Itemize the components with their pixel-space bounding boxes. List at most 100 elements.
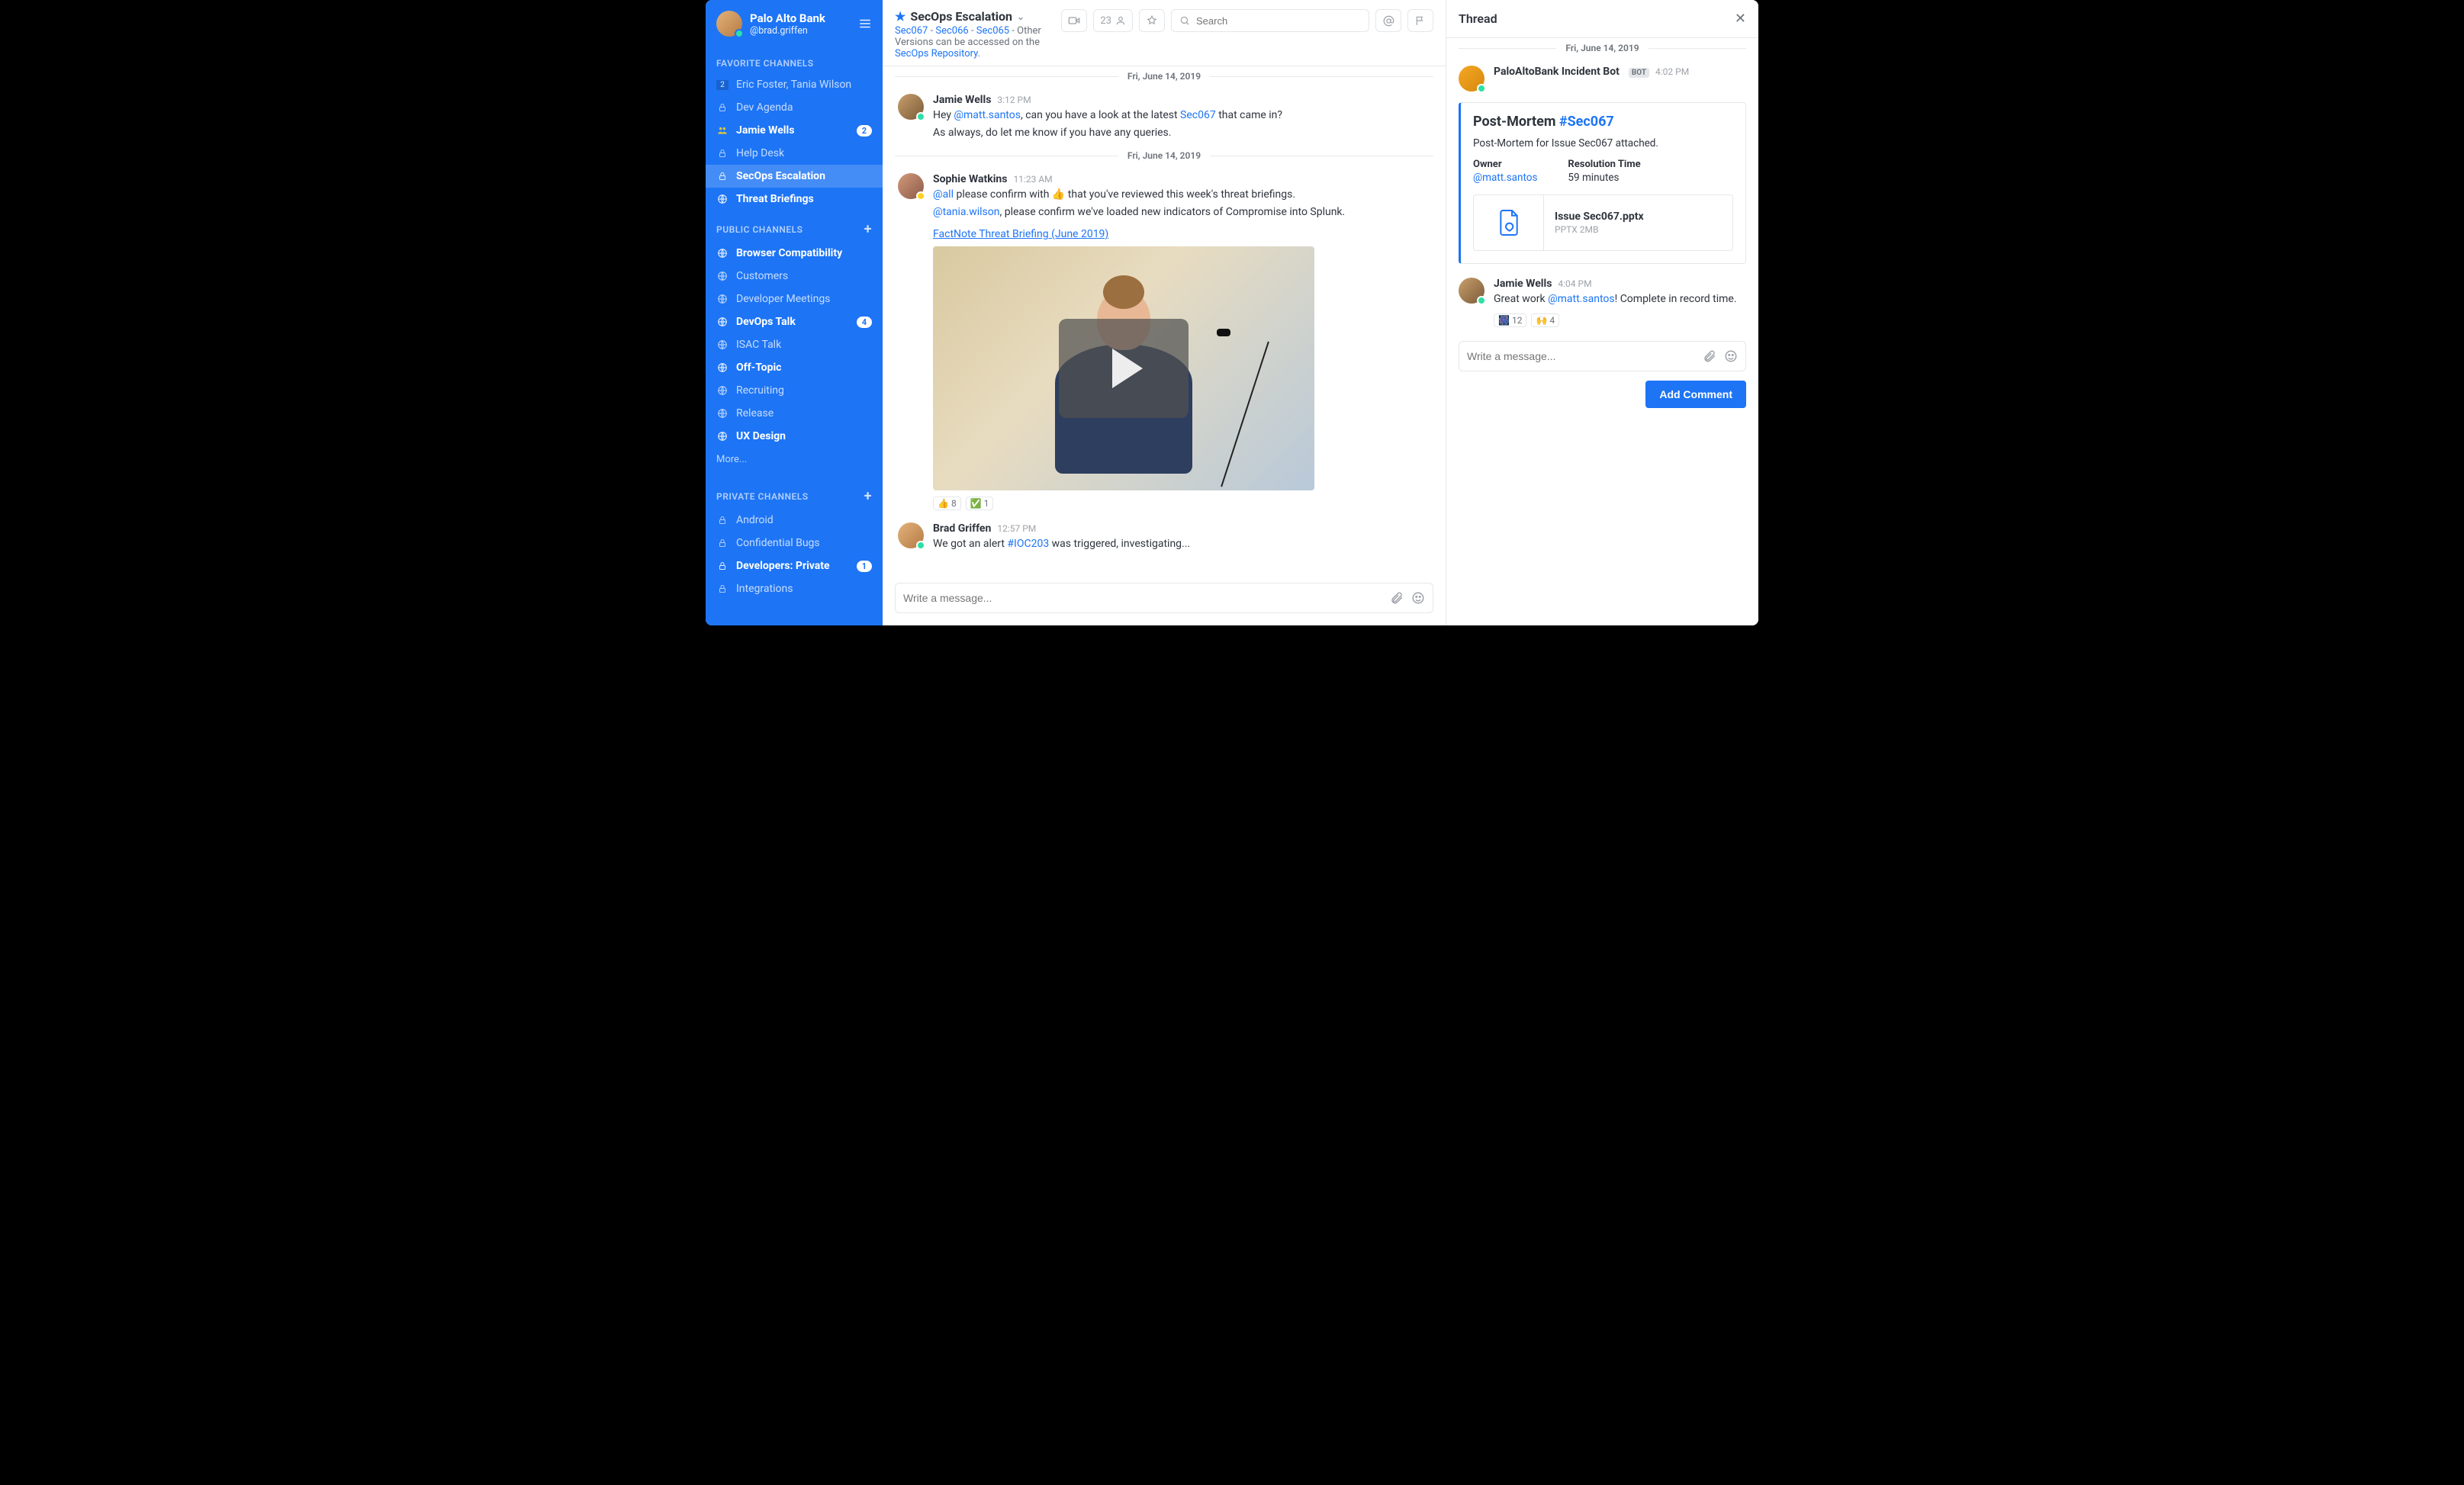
message-list[interactable]: Fri, June 14, 2019 Jamie Wells3:12 PM He… — [883, 66, 1446, 575]
sidebar-item[interactable]: 2Eric Foster, Tania Wilson — [706, 73, 883, 96]
members-button[interactable]: 23 — [1093, 9, 1133, 32]
thread-message[interactable]: PaloAltoBank Incident Bot BOT 4:02 PM — [1446, 58, 1758, 96]
sidebar-item[interactable]: Developers: Private1 — [706, 554, 883, 577]
sidebar-item[interactable]: Developer Meetings — [706, 288, 883, 310]
sidebar-item-label: Help Desk — [736, 147, 784, 159]
attach-icon[interactable] — [1390, 591, 1404, 605]
message[interactable]: Sophie Watkins11:23 AM @all please confi… — [883, 166, 1446, 515]
sidebar-item[interactable]: Recruiting — [706, 379, 883, 402]
sidebar-item[interactable]: Threat Briefings — [706, 188, 883, 211]
add-public-channel-icon[interactable]: + — [864, 221, 872, 237]
sidebar-item-label: DevOps Talk — [736, 316, 796, 328]
flag-button[interactable] — [1407, 9, 1433, 32]
presence-indicator — [916, 541, 925, 550]
sidebar-item[interactable]: Release — [706, 402, 883, 425]
people-icon — [717, 125, 728, 136]
message-text: @tania.wilson, please confirm we've load… — [933, 204, 1430, 220]
thread-composer-input[interactable] — [1467, 350, 1695, 362]
thread-body[interactable]: Fri, June 14, 2019 PaloAltoBank Incident… — [1446, 38, 1758, 625]
reaction[interactable]: ✅1 — [966, 497, 994, 510]
mentions-button[interactable] — [1375, 9, 1401, 32]
topic-link-sec065[interactable]: Sec065 — [976, 25, 1009, 37]
more-channels[interactable]: More... — [706, 448, 883, 477]
sidebar-item[interactable]: SecOps Escalation — [706, 165, 883, 188]
user-avatar[interactable] — [716, 11, 742, 37]
emoji-icon[interactable] — [1724, 349, 1738, 363]
topic-link-sec066[interactable]: Sec066 — [935, 25, 968, 37]
search-input[interactable] — [1196, 15, 1361, 27]
sidebar-item[interactable]: Android — [706, 509, 883, 532]
reaction[interactable]: 🎆12 — [1494, 313, 1526, 327]
play-button[interactable] — [1059, 319, 1189, 418]
inline-link[interactable]: #IOC203 — [1007, 538, 1049, 550]
main-column: ★ SecOps Escalation ⌄ Sec067 - Sec066 - … — [883, 0, 1446, 625]
sidebar-item[interactable]: Help Desk — [706, 142, 883, 165]
mention-all[interactable]: @all — [933, 188, 954, 201]
presence-indicator — [1477, 296, 1486, 305]
sidebar-item-label: Off-Topic — [736, 362, 781, 374]
message-composer[interactable] — [895, 583, 1433, 613]
search-box[interactable] — [1171, 9, 1369, 32]
add-comment-button[interactable]: Add Comment — [1645, 381, 1746, 408]
message[interactable]: Jamie Wells3:12 PM Hey @matt.santos, can… — [883, 86, 1446, 146]
avatar[interactable] — [898, 522, 924, 548]
composer-input[interactable] — [903, 592, 1382, 604]
emoji-icon[interactable] — [1411, 591, 1425, 605]
sidebar-item[interactable]: Customers — [706, 265, 883, 288]
message[interactable]: Brad Griffen12:57 PM We got an alert #IO… — [883, 515, 1446, 557]
video-attachment[interactable] — [933, 246, 1314, 490]
card-hash-link[interactable]: #Sec067 — [1559, 114, 1614, 130]
globe-icon — [717, 317, 728, 327]
mention[interactable]: @matt.santos — [954, 109, 1021, 121]
pin-button[interactable] — [1139, 9, 1165, 32]
chevron-down-icon[interactable]: ⌄ — [1017, 11, 1025, 22]
resolution-label: Resolution Time — [1568, 159, 1640, 170]
sidebar-item[interactable]: Browser Compatibility — [706, 242, 883, 265]
attachment-link[interactable]: FactNote Threat Briefing (June 2019) — [933, 228, 1430, 240]
file-name: Issue Sec067.pptx — [1555, 211, 1644, 223]
lock-icon — [718, 149, 727, 158]
file-meta: PPTX 2MB — [1555, 224, 1644, 235]
thread-composer[interactable] — [1459, 341, 1746, 371]
topic-link-repo[interactable]: SecOps Repository — [895, 48, 978, 59]
sidebar: Palo Alto Bank @brad.griffen FAVORITE CH… — [706, 0, 883, 625]
mention[interactable]: @matt.santos — [1548, 293, 1615, 305]
star-icon[interactable]: ★ — [895, 9, 906, 24]
close-icon[interactable]: ✕ — [1735, 11, 1746, 27]
sidebar-item[interactable]: ISAC Talk — [706, 333, 883, 356]
reaction[interactable]: 🙌4 — [1531, 313, 1559, 327]
owner-value[interactable]: @matt.santos — [1473, 172, 1537, 184]
inline-link[interactable]: Sec067 — [1180, 109, 1216, 121]
sidebar-item[interactable]: Off-Topic — [706, 356, 883, 379]
sidebar-item[interactable]: Dev Agenda — [706, 96, 883, 119]
avatar[interactable] — [1459, 278, 1485, 304]
sidebar-item[interactable]: Confidential Bugs — [706, 532, 883, 554]
mention[interactable]: @tania.wilson — [933, 206, 999, 218]
avatar[interactable] — [898, 173, 924, 199]
avatar[interactable] — [898, 94, 924, 120]
file-attachment[interactable]: Issue Sec067.pptx PPTX 2MB — [1473, 194, 1733, 251]
topbar-actions: 23 — [1061, 9, 1433, 32]
sidebar-item[interactable]: Integrations — [706, 577, 883, 600]
org-name: Palo Alto Bank — [750, 11, 825, 25]
sidebar-item[interactable]: DevOps Talk4 — [706, 310, 883, 333]
menu-icon[interactable] — [858, 17, 872, 31]
sidebar-item-label: Dev Agenda — [736, 101, 793, 114]
add-private-channel-icon[interactable]: + — [864, 488, 872, 504]
presence-indicator — [735, 29, 744, 38]
message-text: Great work @matt.santos! Complete in rec… — [1494, 291, 1746, 307]
globe-icon — [717, 339, 728, 350]
lock-icon — [718, 172, 727, 181]
channel-title-row[interactable]: ★ SecOps Escalation ⌄ — [895, 9, 1052, 24]
sidebar-item[interactable]: UX Design — [706, 425, 883, 448]
sidebar-item-label: Threat Briefings — [736, 193, 814, 205]
sidebar-item[interactable]: Jamie Wells2 — [706, 119, 883, 142]
video-call-button[interactable] — [1061, 9, 1087, 32]
attach-icon[interactable] — [1703, 349, 1716, 363]
lock-icon — [718, 538, 727, 548]
topic-link-sec067[interactable]: Sec067 — [895, 25, 928, 37]
thread-message[interactable]: Jamie Wells4:04 PM Great work @matt.sant… — [1446, 264, 1758, 330]
reaction[interactable]: 👍8 — [933, 497, 961, 510]
bot-avatar[interactable] — [1459, 66, 1485, 92]
sidebar-header[interactable]: Palo Alto Bank @brad.griffen — [706, 0, 883, 47]
